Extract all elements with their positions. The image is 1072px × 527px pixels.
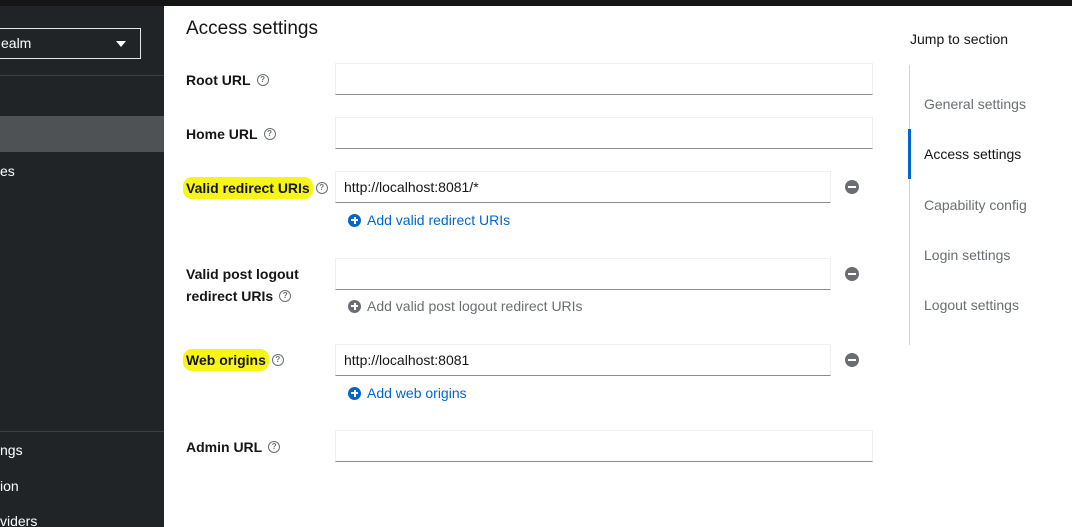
- valid-post-logout-label: Valid post logout redirect URIs?: [186, 263, 299, 307]
- admin-url-label-text: Admin URL: [186, 439, 263, 455]
- help-icon[interactable]: ?: [279, 290, 292, 303]
- home-url-label: Home URL?: [186, 126, 276, 142]
- web-origins-label-text: Web origins: [186, 352, 266, 368]
- jump-link-logout-settings[interactable]: Logout settings: [924, 297, 1019, 313]
- section-title: Access settings: [186, 18, 318, 39]
- admin-url-label: Admin URL?: [186, 439, 281, 455]
- add-valid-redirect-uris-button[interactable]: Add valid redirect URIs: [348, 212, 510, 228]
- valid-post-logout-uri-input[interactable]: [335, 258, 831, 290]
- realm-selector[interactable]: ealm: [0, 28, 141, 59]
- add-web-origins-label: Add web origins: [367, 385, 467, 401]
- sidebar-item[interactable]: ion: [0, 468, 164, 504]
- realm-selector-label: ealm: [1, 35, 32, 51]
- sidebar-item-label: es: [0, 163, 15, 179]
- plus-circle-icon: [348, 213, 361, 227]
- help-icon[interactable]: ?: [256, 74, 269, 87]
- sidebar-item[interactable]: viders: [0, 503, 164, 527]
- valid-post-logout-label-line1: Valid post logout: [186, 266, 299, 282]
- sidebar-divider: [0, 75, 164, 76]
- remove-redirect-uri-icon[interactable]: [845, 180, 859, 194]
- valid-post-logout-label-line2: redirect URIs: [186, 288, 274, 304]
- help-icon[interactable]: ?: [263, 128, 276, 141]
- web-origins-label: Web origins?: [186, 352, 284, 368]
- web-origin-input[interactable]: http://localhost:8081: [335, 344, 831, 376]
- add-valid-post-logout-uris-label: Add valid post logout redirect URIs: [367, 298, 583, 314]
- jump-nav-rail: [909, 65, 910, 345]
- valid-redirect-uris-label: Valid redirect URIs?: [186, 180, 328, 196]
- jump-link-general-settings[interactable]: General settings: [924, 96, 1026, 112]
- admin-url-input[interactable]: [335, 430, 873, 462]
- sidebar-item-label: ion: [0, 478, 19, 494]
- root-url-label-text: Root URL: [186, 72, 251, 88]
- jump-active-indicator: [908, 129, 911, 179]
- add-valid-post-logout-uris-button[interactable]: Add valid post logout redirect URIs: [348, 298, 583, 314]
- sidebar-item-active[interactable]: [0, 116, 164, 152]
- sidebar-item[interactable]: ngs: [0, 432, 164, 468]
- add-web-origins-button[interactable]: Add web origins: [348, 385, 467, 401]
- jump-link-login-settings[interactable]: Login settings: [924, 247, 1010, 263]
- sidebar-item-label: viders: [0, 513, 38, 527]
- help-icon[interactable]: ?: [315, 182, 328, 195]
- valid-redirect-uri-input[interactable]: http://localhost:8081/*: [335, 171, 831, 203]
- home-url-label-text: Home URL: [186, 126, 258, 142]
- jump-link-capability-config[interactable]: Capability config: [924, 197, 1027, 213]
- help-icon[interactable]: ?: [271, 354, 284, 367]
- plus-circle-icon: [348, 299, 361, 313]
- plus-circle-icon: [348, 386, 361, 400]
- remove-post-logout-uri-icon[interactable]: [845, 267, 859, 281]
- sidebar-item-label: ngs: [0, 442, 23, 458]
- valid-redirect-uris-label-text: Valid redirect URIs: [186, 180, 310, 196]
- root-url-label: Root URL?: [186, 72, 269, 88]
- home-url-input[interactable]: [335, 117, 873, 149]
- add-valid-redirect-uris-label: Add valid redirect URIs: [367, 212, 511, 228]
- sidebar: ealm es ngs ion viders: [0, 6, 164, 527]
- remove-web-origin-icon[interactable]: [845, 353, 859, 367]
- root-url-input[interactable]: [335, 63, 873, 95]
- caret-down-icon: [116, 41, 126, 47]
- help-icon[interactable]: ?: [268, 441, 281, 454]
- jump-to-section-title: Jump to section: [910, 31, 1009, 47]
- sidebar-item[interactable]: es: [0, 153, 164, 189]
- jump-link-access-settings[interactable]: Access settings: [924, 146, 1021, 162]
